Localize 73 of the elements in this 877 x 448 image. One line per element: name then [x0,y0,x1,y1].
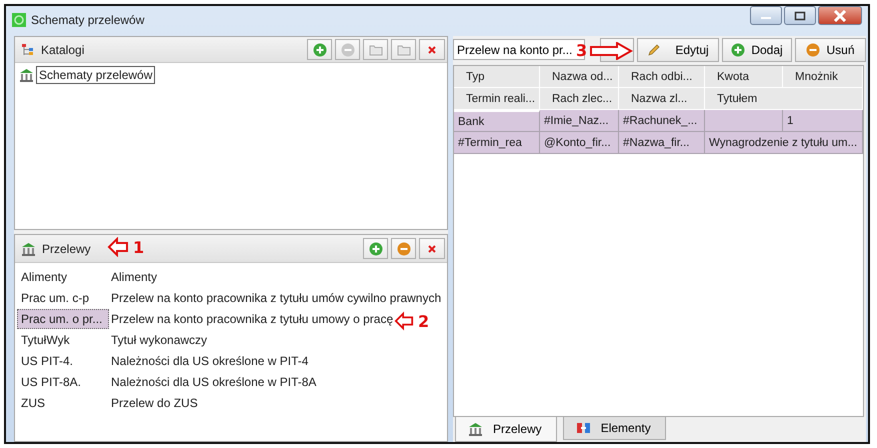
annotation-arrow-icon [589,42,634,60]
close-button[interactable] [419,238,445,259]
panel-title: Katalogi [41,42,84,56]
minus-circle-icon [340,42,354,56]
panel-title: Przelewy [42,242,91,256]
folder-icon [396,44,410,56]
table-cell: 1 [783,110,863,132]
list-item-code[interactable]: Prac um. o pr... [17,308,109,328]
table-cell: @Konto_fir... [540,132,619,154]
annotation-arrow-icon [394,311,414,331]
app-icon [12,13,26,27]
table-cell: #Nazwa_fir... [619,132,705,154]
table-cell: #Imie_Naz... [540,110,619,132]
plus-circle-icon [731,42,746,56]
list-item-code[interactable]: US PIT-8A. [17,372,109,392]
list-item-name[interactable]: Przelew na konto pracownika z tytułu umów cywilno prawnych [109,290,442,304]
table-cell: Wynagrodzenie z tytułu um... [705,132,863,154]
table-cell: #Termin_rea [454,132,540,154]
annotation-arrow-icon [107,237,129,257]
tab[interactable]: Elementy [562,417,666,440]
column-header[interactable]: Rach odbi... [619,66,705,88]
annotation-number: 1 [133,238,144,256]
column-header[interactable]: Nazwa zl... [619,88,705,110]
column-header[interactable]: Mnożnik [783,66,863,88]
column-header[interactable]: Termin reali... [454,88,540,110]
minimize-button[interactable] [750,6,782,25]
list-item-code[interactable]: Prac um. c-p [17,288,109,308]
close-icon [833,10,847,22]
column-header[interactable]: Kwota [705,66,783,88]
list-item-name[interactable]: Należności dla US określone w PIT-4 [109,354,308,368]
folder-icon [368,44,382,56]
edit-button[interactable]: Edytuj [637,38,719,62]
annotation-number: 3 [576,41,588,60]
maximize-icon [794,10,806,20]
remove-button[interactable] [391,238,416,259]
list-item-code[interactable]: TytułWyk [17,330,109,350]
plus-circle-icon [312,42,326,56]
column-header[interactable]: Nazwa od... [540,66,619,88]
plus-circle-icon [368,242,382,256]
table-cell: Bank [454,110,540,132]
column-header[interactable]: Rach zlec... [540,88,619,110]
list-item-code[interactable]: US PIT-4. [17,350,109,370]
bank-icon [19,68,34,82]
close-icon [427,244,437,254]
list-item-name[interactable]: Tytuł wykonawczy [109,332,208,346]
list-item-code[interactable]: Alimenty [17,266,109,286]
minus-circle-icon [806,42,820,56]
tree-icon [21,42,35,56]
bank-icon [21,242,36,256]
tab[interactable]: Przelewy [455,417,557,442]
window-title: Schematy przelewów [31,13,144,27]
list-item-name[interactable]: Alimenty [109,270,158,284]
bank-icon [468,422,483,436]
minus-circle-icon [396,242,410,256]
list-item-name[interactable]: Należności dla US określone w PIT-8A [109,374,316,388]
column-header[interactable]: Typ [454,66,540,88]
close-icon [427,44,437,54]
add-button[interactable]: Dodaj [722,38,792,62]
remove-button[interactable]: Usuń [795,38,866,62]
close-button[interactable] [818,6,862,25]
list-item-name[interactable]: Przelew do ZUS [109,396,198,410]
table-cell: #Rachunek_... [619,110,705,132]
column-header[interactable]: Tytułem [705,88,863,110]
add-button[interactable] [307,39,332,60]
annotation-number: 2 [418,312,430,330]
close-button[interactable] [419,39,445,60]
list-item-name[interactable]: Przelew na konto pracownika z tytułu umowy o pracę [109,312,394,326]
list-item-code[interactable]: ZUS [17,392,109,412]
pencil-icon [647,42,662,56]
maximize-button[interactable] [784,6,816,25]
add-button[interactable] [363,238,388,259]
tree-item[interactable]: Schematy przelewów [36,66,156,84]
elements-icon [576,421,591,435]
